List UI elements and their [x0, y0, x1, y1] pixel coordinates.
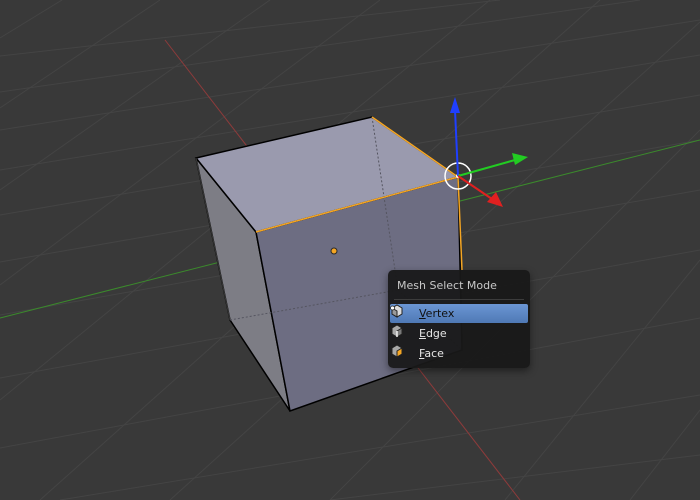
vertex-select-icon: [390, 304, 403, 318]
z-axis-arrow-icon: [450, 97, 460, 113]
menu-item-edge-label: dge: [425, 327, 447, 340]
menu-item-vertex-label: ertex: [425, 307, 455, 320]
menu-item-vertex-mnemonic: V: [419, 307, 426, 320]
mesh-select-mode-menu: Mesh Select Mode Vertex Edge Face: [388, 270, 530, 368]
menu-item-face[interactable]: Face: [390, 344, 528, 363]
face-select-icon: [391, 344, 403, 358]
transform-manipulator[interactable]: [450, 97, 528, 207]
menu-separator: [394, 299, 524, 300]
menu-item-edge[interactable]: Edge: [390, 324, 528, 343]
3d-viewport[interactable]: Mesh Select Mode Vertex Edge Face: [0, 0, 700, 500]
menu-item-vertex[interactable]: Vertex: [390, 304, 528, 323]
menu-title: Mesh Select Mode: [397, 279, 497, 292]
viewport-canvas[interactable]: [0, 0, 700, 500]
menu-item-face-label: ace: [424, 347, 444, 360]
object-origin[interactable]: [330, 247, 338, 255]
x-axis-arrow-icon: [487, 192, 503, 207]
menu-item-edge-mnemonic: E: [419, 327, 426, 340]
y-axis-arrow-icon: [512, 153, 528, 165]
edge-select-icon: [391, 324, 403, 338]
